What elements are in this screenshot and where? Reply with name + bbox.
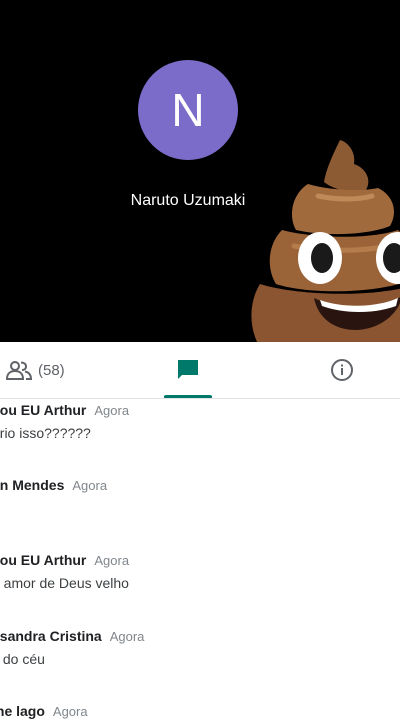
message-text: ério isso?????? — [0, 425, 91, 441]
message-sender: sou EU Arthur — [0, 402, 87, 418]
message-text: s do céu — [0, 651, 45, 667]
message-sender: sou EU Arthur — [0, 552, 87, 568]
message-time: Agora — [72, 478, 108, 493]
message-time: Agora — [94, 403, 130, 418]
message-sender: an Mendes — [0, 477, 65, 493]
poop-emoji-icon — [251, 140, 400, 342]
info-icon — [331, 359, 353, 381]
message-time: Agora — [109, 629, 145, 644]
message-time: Agora — [52, 704, 88, 719]
tab-info[interactable] — [328, 342, 356, 398]
message-text: o amor de Deus velho — [0, 575, 129, 591]
message-sender: ine lago — [0, 703, 45, 719]
active-tab-indicator — [164, 395, 212, 398]
tab-people[interactable]: (58) — [6, 342, 65, 398]
side-panel-tabs: (58) — [0, 342, 400, 399]
tab-chat[interactable] — [164, 342, 212, 398]
chat-icon — [178, 360, 198, 379]
chat-message-list[interactable]: sou EU Arthur Agora ério isso?????? an Me… — [0, 399, 400, 726]
people-count: (58) — [38, 361, 65, 379]
participant-avatar: N — [138, 60, 238, 160]
message-time: Agora — [94, 553, 130, 568]
people-icon — [6, 361, 32, 380]
message-sender: ssandra Cristina — [0, 628, 102, 644]
participant-video-tile: N Naruto Uzumaki — [0, 0, 400, 342]
